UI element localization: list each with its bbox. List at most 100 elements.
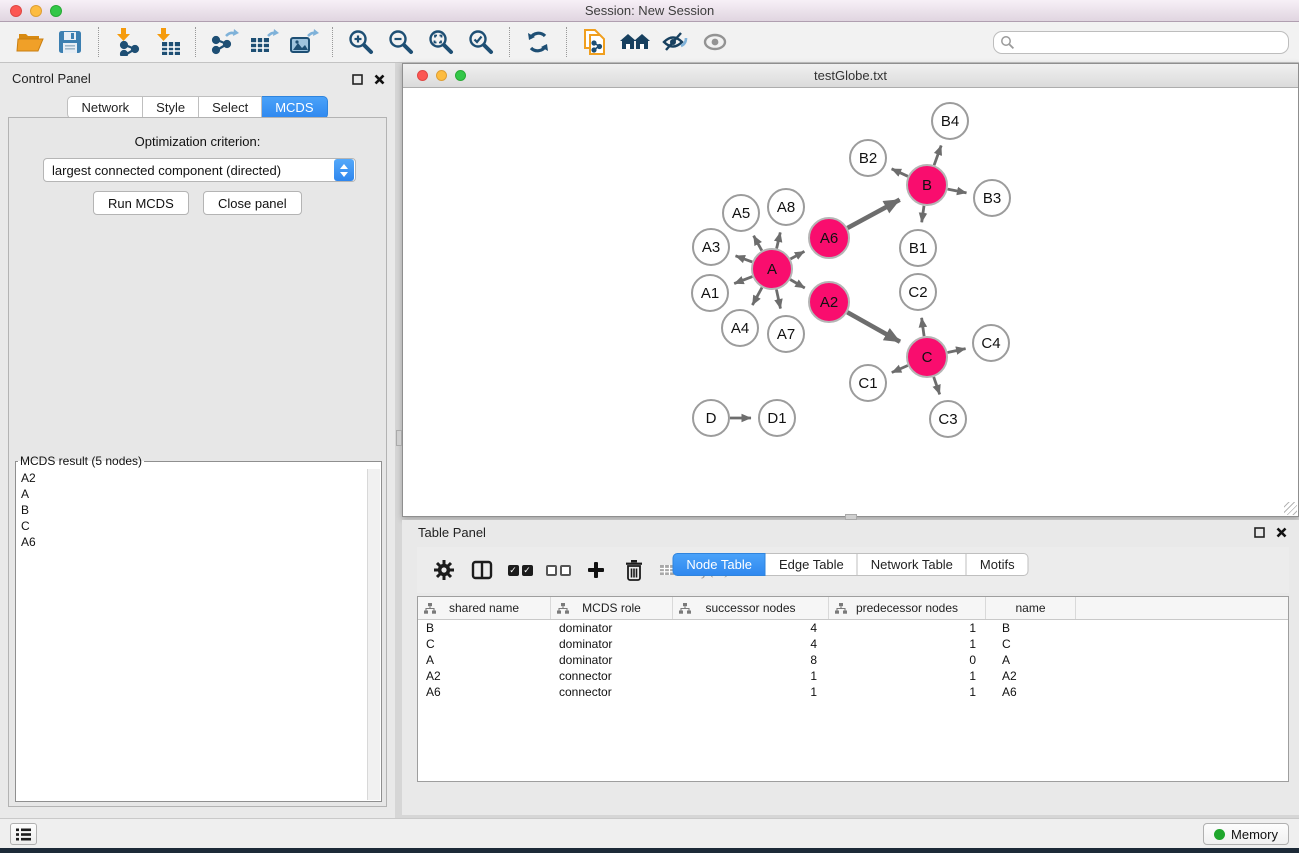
graph-node-A8[interactable]: A8	[768, 189, 804, 225]
close-table-panel-button[interactable]	[1273, 524, 1289, 540]
float-table-panel-button[interactable]	[1251, 524, 1267, 540]
run-mcds-button[interactable]: Run MCDS	[93, 191, 189, 215]
graph-node-C2[interactable]: C2	[900, 274, 936, 310]
graph-edge-B-B2[interactable]	[892, 169, 908, 177]
export-network-button[interactable]	[207, 26, 241, 58]
import-network-button[interactable]	[110, 26, 144, 58]
window-resize-grip[interactable]	[1284, 502, 1297, 515]
export-image-button[interactable]	[287, 26, 321, 58]
criterion-select[interactable]: largest connected component (directed)	[43, 158, 356, 182]
task-history-button[interactable]	[10, 823, 37, 845]
zoom-in-button[interactable]	[344, 26, 378, 58]
close-window-button[interactable]	[10, 5, 22, 17]
close-panel-button[interactable]	[371, 71, 387, 87]
svg-text:C2: C2	[908, 284, 927, 301]
tab-network-table[interactable]: Network Table	[858, 553, 967, 576]
table-panel-title: Table Panel	[418, 525, 486, 540]
tab-motifs[interactable]: Motifs	[967, 553, 1029, 576]
tab-edge-table[interactable]: Edge Table	[766, 553, 858, 576]
open-file-button[interactable]	[13, 26, 47, 58]
hide-selected-button[interactable]	[658, 26, 692, 58]
graph-node-D1[interactable]: D1	[759, 400, 795, 436]
import-table-button[interactable]	[150, 26, 184, 58]
tab-mcds[interactable]: MCDS	[262, 96, 327, 119]
svg-text:B1: B1	[909, 240, 927, 257]
table-panel: Table Panel	[402, 520, 1299, 815]
graph-node-A2[interactable]: A2	[809, 282, 849, 322]
zoom-fit-button[interactable]	[424, 26, 458, 58]
graph-edge-C-C3[interactable]	[934, 377, 940, 395]
graph-node-A6[interactable]: A6	[809, 218, 849, 258]
graph-edge-C-C4[interactable]	[948, 349, 966, 353]
control-panel-title: Control Panel	[12, 71, 91, 86]
result-item[interactable]: C	[17, 518, 366, 534]
tab-select[interactable]: Select	[199, 96, 262, 119]
search-input[interactable]	[1015, 34, 1288, 52]
svg-text:B4: B4	[941, 113, 959, 130]
tab-style[interactable]: Style	[143, 96, 199, 119]
graph-node-C3[interactable]: C3	[930, 401, 966, 437]
graph-edge-B-B4[interactable]	[934, 146, 941, 166]
vertical-splitter-grip[interactable]	[396, 430, 402, 446]
graph-node-A3[interactable]: A3	[693, 229, 729, 265]
graph-edge-B-B3[interactable]	[948, 189, 967, 193]
network-canvas[interactable]: B4 B2 B B3 A8A5 A6 A3 B1 A C2 A1 A2 A4 A7 C4 C C1 D D1 C3	[403, 88, 1298, 516]
minimize-network-button[interactable]	[436, 70, 447, 81]
window-title: Session: New Session	[0, 0, 1299, 21]
result-scrollbar[interactable]	[367, 469, 380, 800]
graph-edge-A-A1[interactable]	[734, 277, 752, 284]
zoom-window-button[interactable]	[50, 5, 62, 17]
network-window-titlebar[interactable]: testGlobe.txt	[403, 64, 1298, 88]
graph-node-B2[interactable]: B2	[850, 140, 886, 176]
graph-edge-C-C1[interactable]	[892, 366, 908, 373]
first-neighbors-button[interactable]	[618, 26, 652, 58]
graph-node-B4[interactable]: B4	[932, 103, 968, 139]
show-all-button[interactable]	[698, 26, 732, 58]
graph-node-C[interactable]: C	[907, 337, 947, 377]
close-panel-button-2[interactable]: Close panel	[203, 191, 302, 215]
save-session-button[interactable]	[53, 26, 87, 58]
graph-node-A7[interactable]: A7	[768, 316, 804, 352]
memory-button[interactable]: Memory	[1203, 823, 1289, 845]
graph-edge-A-A3[interactable]	[736, 256, 753, 262]
duplicate-network-button[interactable]	[578, 26, 612, 58]
graph-node-C4[interactable]: C4	[973, 325, 1009, 361]
graph-node-D[interactable]: D	[693, 400, 729, 436]
graph-edge-A-A5[interactable]	[754, 236, 762, 251]
minimize-window-button[interactable]	[30, 5, 42, 17]
zoom-selected-button[interactable]	[464, 26, 498, 58]
graph-node-C1[interactable]: C1	[850, 365, 886, 401]
float-panel-button[interactable]	[349, 71, 365, 87]
graph-node-A[interactable]: A	[752, 249, 792, 289]
result-item[interactable]: A2	[17, 470, 366, 486]
export-table-button[interactable]	[247, 26, 281, 58]
graph-edge-A6-B[interactable]	[848, 200, 900, 228]
result-item[interactable]: A6	[17, 534, 366, 550]
search-field	[993, 31, 1289, 54]
select-stepper-icon	[334, 159, 354, 181]
result-item[interactable]: A	[17, 486, 366, 502]
close-network-button[interactable]	[417, 70, 428, 81]
graph-node-B3[interactable]: B3	[974, 180, 1010, 216]
graph-node-B[interactable]: B	[907, 165, 947, 205]
graph-edge-B-B1[interactable]	[922, 206, 924, 223]
svg-text:B: B	[922, 177, 932, 194]
graph-edge-A-A7[interactable]	[776, 290, 780, 309]
graph-edge-A-A8[interactable]	[777, 232, 781, 248]
float-icon	[352, 74, 363, 85]
graph-node-A1[interactable]: A1	[692, 275, 728, 311]
refresh-button[interactable]	[521, 26, 555, 58]
graph-node-A5[interactable]: A5	[723, 195, 759, 231]
zoom-out-button[interactable]	[384, 26, 418, 58]
graph-edge-A-A6[interactable]	[790, 251, 804, 259]
result-item[interactable]: B	[17, 502, 366, 518]
zoom-network-button[interactable]	[455, 70, 466, 81]
graph-node-A4[interactable]: A4	[722, 310, 758, 346]
graph-edge-A-A4[interactable]	[752, 288, 762, 306]
graph-edge-A-A2[interactable]	[790, 280, 805, 289]
graph-node-B1[interactable]: B1	[900, 230, 936, 266]
graph-edge-A2-C[interactable]	[847, 312, 900, 342]
tab-node-table[interactable]: Node Table	[672, 553, 766, 576]
graph-edge-C-C2[interactable]	[922, 318, 925, 336]
tab-network[interactable]: Network	[67, 96, 143, 119]
